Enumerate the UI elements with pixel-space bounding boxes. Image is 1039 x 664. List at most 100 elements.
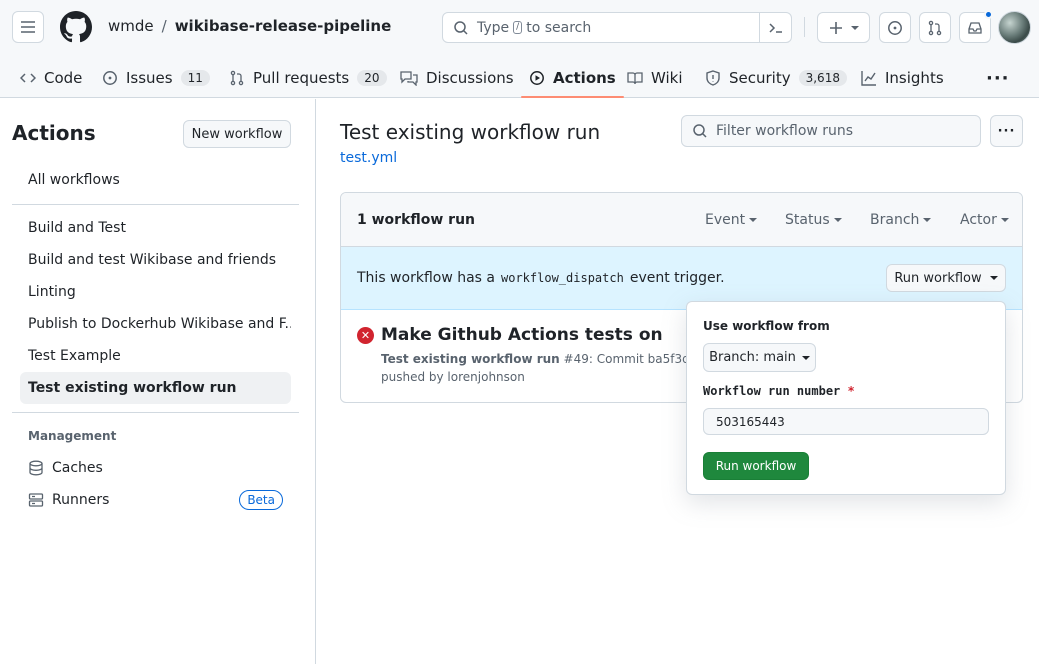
beta-badge: Beta bbox=[239, 490, 283, 510]
kebab-horizontal-icon: ··· bbox=[986, 67, 1010, 89]
run-count: 1 workflow run bbox=[357, 212, 476, 228]
branch-label: Branch: main bbox=[709, 350, 796, 365]
divider bbox=[12, 412, 299, 413]
run-number-input[interactable]: 503165443 bbox=[703, 408, 989, 435]
play-icon bbox=[530, 71, 544, 85]
filter-runs-input[interactable]: Filter workflow runs bbox=[681, 115, 981, 147]
run-workflow-submit-button[interactable]: Run workflow bbox=[703, 452, 809, 480]
shield-icon bbox=[706, 70, 720, 86]
pull-request-icon bbox=[230, 70, 244, 86]
page-title: Test existing workflow run bbox=[340, 120, 601, 144]
chevron-down-icon bbox=[850, 25, 859, 30]
repo-tabs: Code Issues 11 Pull requests 20 Discussi… bbox=[0, 58, 1039, 98]
tab-discussions[interactable]: Discussions bbox=[400, 58, 514, 98]
sidebar-item-workflow[interactable]: Publish to Dockerhub Wikibase and F... bbox=[20, 308, 291, 340]
status-filter[interactable]: Status bbox=[785, 212, 842, 228]
event-filter[interactable]: Event bbox=[705, 212, 758, 228]
workflow-options-button[interactable]: ··· bbox=[990, 115, 1023, 147]
required-indicator: * bbox=[847, 384, 855, 398]
issues-button[interactable] bbox=[879, 12, 911, 43]
chevron-down-icon bbox=[1000, 218, 1009, 222]
breadcrumb-separator: / bbox=[161, 17, 167, 35]
book-icon bbox=[627, 72, 643, 85]
tab-label: Discussions bbox=[426, 69, 514, 87]
sidebar-item-workflow[interactable]: Test Example bbox=[20, 340, 291, 372]
tab-counter: 3,618 bbox=[798, 70, 847, 86]
tab-label: Issues bbox=[126, 69, 173, 87]
chevron-down-icon bbox=[801, 355, 810, 360]
repo-link[interactable]: wikibase-release-pipeline bbox=[175, 17, 392, 35]
run-pushed-by: pushed by lorenjohnson bbox=[381, 370, 525, 384]
filter-label: Branch bbox=[870, 212, 920, 228]
tab-label: Pull requests bbox=[253, 69, 350, 87]
tab-label: Security bbox=[729, 69, 791, 87]
run-workflow-label: Run workflow bbox=[894, 270, 982, 286]
search-icon bbox=[693, 124, 707, 138]
sidebar-item-all-workflows[interactable]: All workflows bbox=[20, 164, 291, 196]
sidebar-title: Actions bbox=[12, 121, 96, 145]
runs-header: 1 workflow run Event Status Branch Actor bbox=[341, 193, 1022, 247]
new-workflow-button[interactable]: New workflow bbox=[183, 120, 291, 148]
run-workflow-name: Test existing workflow run bbox=[381, 352, 560, 366]
kebab-horizontal-icon: ··· bbox=[997, 123, 1016, 139]
sidebar-item-caches[interactable]: Caches bbox=[20, 452, 291, 484]
tab-code[interactable]: Code bbox=[20, 58, 82, 98]
management-heading: Management bbox=[28, 429, 117, 443]
header-divider bbox=[804, 17, 805, 37]
tab-insights[interactable]: Insights bbox=[861, 58, 944, 98]
global-header: wmde / wikibase-release-pipeline Type / … bbox=[0, 0, 1039, 98]
more-tabs-button[interactable]: ··· bbox=[986, 58, 1010, 98]
sidebar-item-workflow-selected[interactable]: Test existing workflow run bbox=[20, 372, 291, 404]
server-icon bbox=[28, 493, 44, 507]
run-workflow-popover: Use workflow from Branch: main Workflow … bbox=[686, 301, 1006, 495]
search-input[interactable]: Type / to search bbox=[442, 12, 792, 43]
workflow-file-link[interactable]: test.yml bbox=[340, 150, 397, 166]
search-shortcut-key: / bbox=[513, 21, 523, 34]
tab-pull-requests[interactable]: Pull requests 20 bbox=[229, 58, 387, 98]
chevron-down-icon bbox=[833, 218, 842, 222]
avatar[interactable] bbox=[998, 11, 1031, 44]
branch-select[interactable]: Branch: main bbox=[703, 343, 816, 372]
pull-requests-button[interactable] bbox=[919, 12, 951, 43]
run-detail: #49: Commit ba5f3d5 bbox=[563, 352, 698, 366]
hamburger-icon bbox=[21, 21, 35, 33]
sidebar-item-workflow[interactable]: Build and Test bbox=[20, 212, 291, 244]
filter-placeholder: Filter workflow runs bbox=[716, 123, 854, 139]
issue-icon bbox=[888, 20, 902, 35]
chevron-down-icon bbox=[989, 276, 998, 280]
pull-request-icon bbox=[928, 20, 942, 35]
tab-security[interactable]: Security 3,618 bbox=[705, 58, 847, 98]
sidebar-item-workflow[interactable]: Linting bbox=[20, 276, 291, 308]
breadcrumb: wmde / wikibase-release-pipeline bbox=[108, 17, 391, 35]
github-logo-icon[interactable] bbox=[60, 11, 92, 43]
x-circle-icon: ✕ bbox=[357, 327, 374, 344]
sidebar-item-workflow[interactable]: Build and test Wikibase and friends bbox=[20, 244, 291, 276]
tab-label: Wiki bbox=[651, 69, 683, 87]
search-icon bbox=[454, 20, 468, 35]
command-palette-button[interactable] bbox=[759, 13, 791, 42]
search-suffix: to search bbox=[526, 19, 592, 36]
run-number-label-text: Workflow run number bbox=[703, 384, 841, 398]
run-workflow-dropdown-button[interactable]: Run workflow bbox=[886, 264, 1006, 292]
code-icon bbox=[20, 73, 36, 83]
chevron-down-icon bbox=[923, 218, 932, 222]
tab-label: Insights bbox=[885, 69, 944, 87]
menu-button[interactable] bbox=[12, 11, 44, 43]
tab-actions[interactable]: Actions bbox=[521, 58, 624, 98]
divider bbox=[12, 204, 299, 205]
actor-filter[interactable]: Actor bbox=[960, 212, 1009, 228]
tab-label: Actions bbox=[553, 69, 616, 87]
issue-icon bbox=[103, 71, 117, 85]
run-title[interactable]: Make Github Actions tests on data... bbox=[381, 325, 666, 345]
banner-text: This workflow has a workflow_dispatch ev… bbox=[357, 270, 725, 286]
run-meta: Test existing workflow run #49: Commit b… bbox=[381, 350, 697, 386]
banner-code: workflow_dispatch bbox=[501, 271, 624, 285]
graph-icon bbox=[861, 71, 876, 86]
sidebar-item-runners[interactable]: Runners Beta bbox=[20, 484, 291, 516]
create-new-button[interactable] bbox=[817, 12, 870, 43]
tab-counter: 11 bbox=[180, 70, 210, 86]
branch-filter[interactable]: Branch bbox=[870, 212, 932, 228]
tab-issues[interactable]: Issues 11 bbox=[102, 58, 210, 98]
tab-wiki[interactable]: Wiki bbox=[627, 58, 683, 98]
owner-link[interactable]: wmde bbox=[108, 17, 154, 35]
